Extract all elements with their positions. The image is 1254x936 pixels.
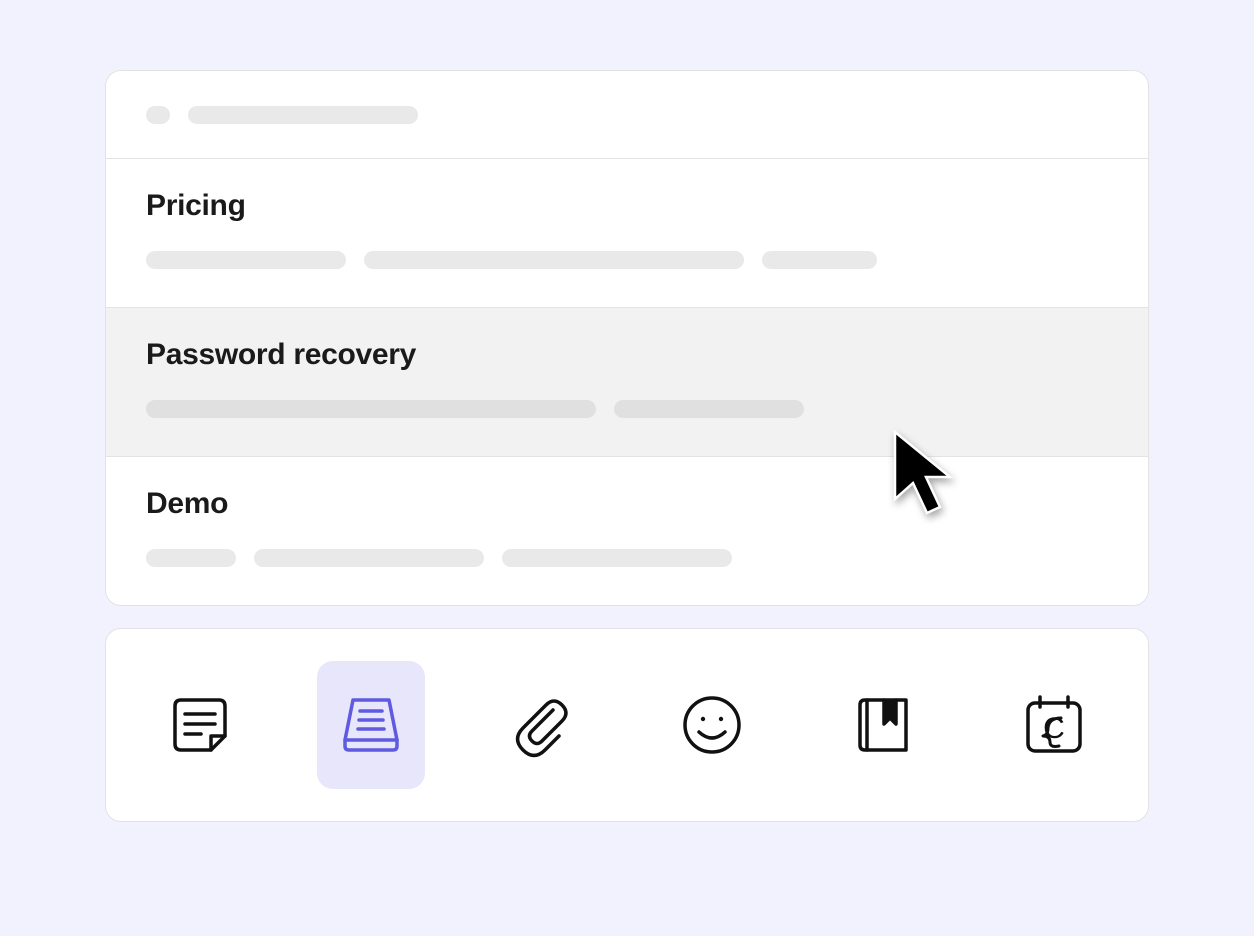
emoji-icon bbox=[679, 692, 745, 758]
placeholder-pill bbox=[364, 251, 744, 269]
toolbar-note-button[interactable] bbox=[146, 661, 255, 789]
placeholder-pill bbox=[254, 549, 484, 567]
list-item-demo[interactable]: Demo bbox=[106, 457, 1148, 605]
svg-text:C: C bbox=[1043, 712, 1065, 745]
placeholder-row bbox=[146, 549, 1108, 567]
placeholder-pill bbox=[146, 549, 236, 567]
placeholder-row bbox=[146, 400, 1108, 418]
placeholder-row bbox=[146, 251, 1108, 269]
toolbar-calendar-button[interactable]: C bbox=[999, 661, 1108, 789]
toolbar-emoji-button[interactable] bbox=[658, 661, 767, 789]
placeholder-pill bbox=[146, 400, 596, 418]
bookmark-icon bbox=[850, 692, 916, 758]
toolbar-bookmark-button[interactable] bbox=[829, 661, 938, 789]
item-title: Password recovery bbox=[146, 338, 1108, 372]
placeholder-pill bbox=[762, 251, 877, 269]
item-title: Demo bbox=[146, 487, 1108, 521]
list-item-password-recovery[interactable]: Password recovery bbox=[106, 308, 1148, 457]
item-title: Pricing bbox=[146, 189, 1108, 223]
calendar-icon: C bbox=[1019, 690, 1089, 760]
header-placeholder-dot bbox=[146, 106, 170, 124]
list-item-pricing[interactable]: Pricing bbox=[106, 159, 1148, 308]
inbox-icon bbox=[336, 690, 406, 760]
toolbar-panel: C bbox=[105, 628, 1149, 822]
list-header bbox=[106, 71, 1148, 159]
placeholder-pill bbox=[502, 549, 732, 567]
toolbar-inbox-button[interactable] bbox=[317, 661, 426, 789]
template-list-panel: Pricing Password recovery Demo bbox=[105, 70, 1149, 606]
note-icon bbox=[167, 692, 233, 758]
toolbar-attachment-button[interactable] bbox=[487, 661, 596, 789]
attachment-icon bbox=[509, 692, 575, 758]
placeholder-pill bbox=[614, 400, 804, 418]
placeholder-pill bbox=[146, 251, 346, 269]
header-placeholder-bar bbox=[188, 106, 418, 124]
